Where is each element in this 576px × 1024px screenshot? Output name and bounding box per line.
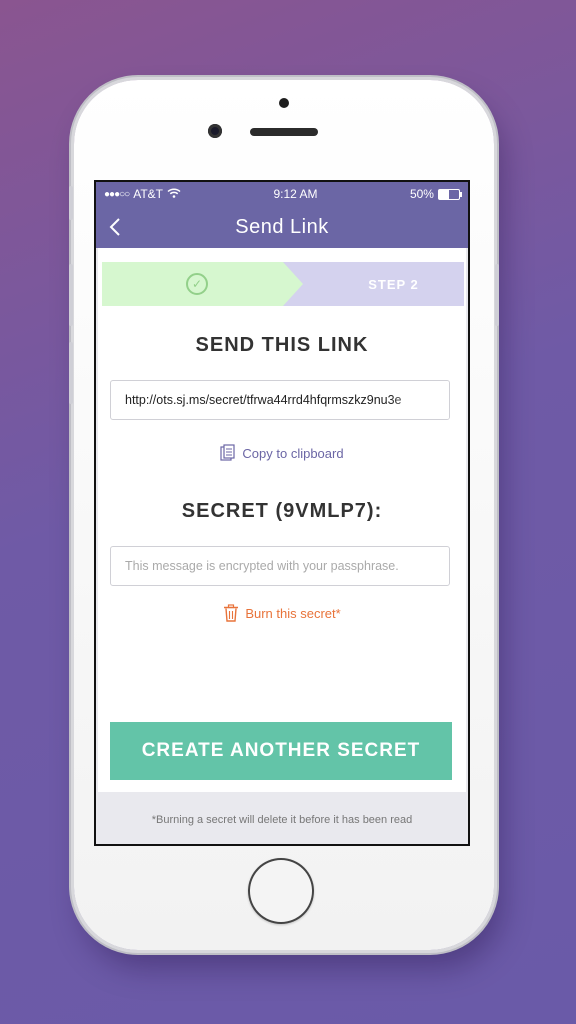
step-1-arrow <box>283 262 303 306</box>
clipboard-icon <box>220 444 236 461</box>
status-bar: ●●●○○ AT&T 9:12 AM 50% <box>96 182 468 206</box>
front-camera <box>208 124 222 138</box>
wifi-icon <box>167 187 181 201</box>
status-time: 9:12 AM <box>273 187 318 201</box>
carrier-label: AT&T <box>133 187 163 201</box>
link-field[interactable]: http://ots.sj.ms/secret/tfrwa44rrd4hfqrm… <box>110 380 450 420</box>
secret-heading: SECRET (9VMLP7): <box>181 500 383 522</box>
proximity-sensor <box>279 98 289 108</box>
navigation-bar: Send Link <box>96 206 468 248</box>
step-2: STEP 2 <box>283 262 464 306</box>
phone-screen: ●●●○○ AT&T 9:12 AM 50% Send Link ✓ STEP … <box>94 180 470 846</box>
step-1: ✓ <box>102 262 302 306</box>
secret-placeholder: This message is encrypted with your pass… <box>125 559 399 573</box>
step-indicator: ✓ STEP 2 <box>102 262 464 306</box>
earpiece-speaker <box>250 128 318 136</box>
trash-icon <box>224 604 239 622</box>
volume-up-button <box>69 264 73 326</box>
copy-label: Copy to clipboard <box>242 445 344 461</box>
signal-strength: ●●●○○ <box>104 188 130 200</box>
status-left: ●●●○○ AT&T <box>104 187 181 201</box>
phone-frame: ●●●○○ AT&T 9:12 AM 50% Send Link ✓ STEP … <box>69 80 499 950</box>
volume-down-button <box>69 342 73 404</box>
home-button[interactable] <box>248 858 314 924</box>
burn-footnote: *Burning a secret will delete it before … <box>151 814 413 826</box>
send-link-heading: SEND THIS LINK <box>195 334 369 356</box>
copy-to-clipboard-link[interactable]: Copy to clipboard <box>98 444 466 462</box>
create-another-secret-button[interactable]: CREATE ANOTHER SECRET <box>110 722 452 780</box>
burn-label: Burn this secret* <box>245 605 341 621</box>
chevron-left-icon <box>109 218 120 236</box>
secret-message-field[interactable]: This message is encrypted with your pass… <box>110 546 450 586</box>
link-value: http://ots.sj.ms/secret/tfrwa44rrd4hfqrm… <box>125 393 402 407</box>
power-button <box>495 264 499 326</box>
battery-percent: 50% <box>409 187 434 201</box>
burn-secret-link[interactable]: Burn this secret* <box>98 604 466 622</box>
nav-title: Send Link <box>235 215 329 238</box>
battery-level <box>438 189 449 199</box>
back-button[interactable] <box>102 214 128 240</box>
battery-icon <box>437 188 462 200</box>
mute-switch <box>69 186 73 220</box>
check-circle-icon: ✓ <box>186 273 208 295</box>
content-card: ✓ STEP 2 SEND THIS LINK http://ots.sj.ms… <box>98 248 466 792</box>
status-right: 50% <box>409 187 462 201</box>
link-fade <box>389 381 449 419</box>
